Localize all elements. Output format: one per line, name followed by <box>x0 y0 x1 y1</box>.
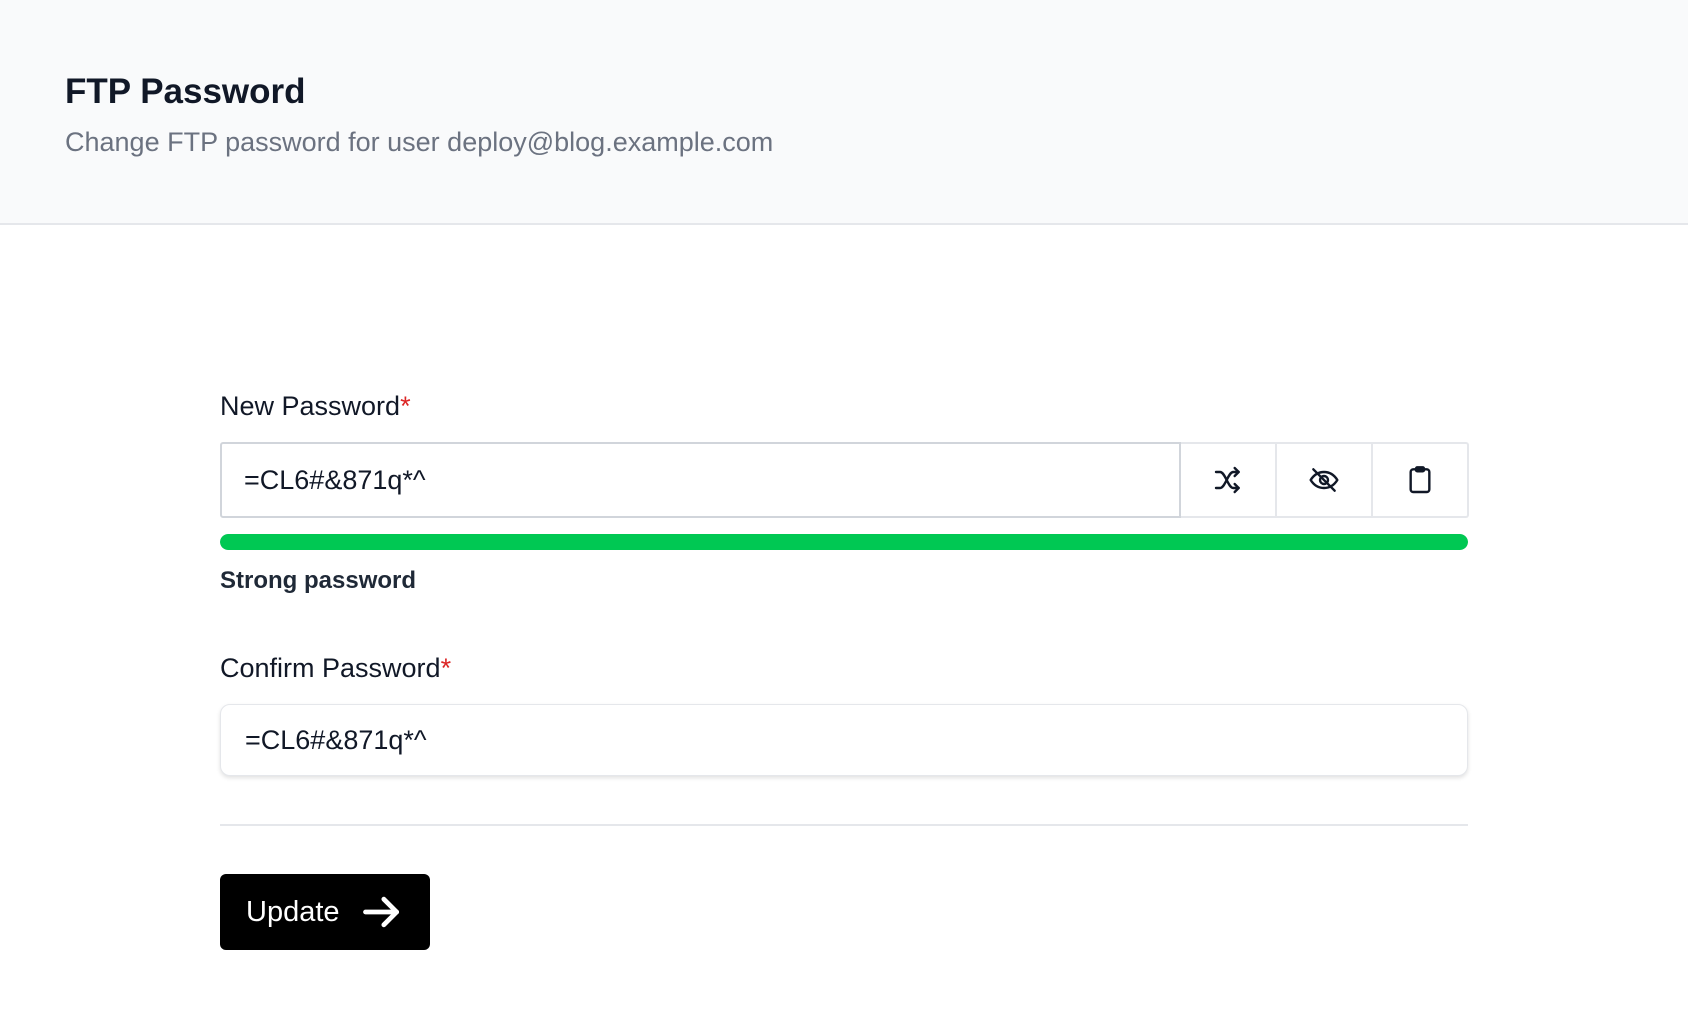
password-strength-text: Strong password <box>220 567 417 594</box>
update-button-label: Update <box>246 895 340 928</box>
arrow-right-icon <box>363 896 400 928</box>
form-divider <box>220 824 1468 826</box>
confirm-password-label: Confirm Password* <box>220 650 1468 686</box>
clipboard-icon <box>1409 466 1431 494</box>
shuffle-icon <box>1214 466 1240 494</box>
generate-password-button[interactable] <box>1181 442 1277 518</box>
page-title: FTP Password <box>65 72 306 111</box>
update-button[interactable]: Update <box>220 874 430 950</box>
confirm-password-input[interactable] <box>220 704 1468 776</box>
page-header: FTP Password Change FTP password for use… <box>0 0 1688 225</box>
copy-password-button[interactable] <box>1373 442 1469 518</box>
toggle-visibility-button[interactable] <box>1277 442 1373 518</box>
password-form: New Password* Stro <box>220 388 1469 950</box>
password-strength-bar <box>220 534 1468 550</box>
new-password-row <box>220 442 1469 518</box>
confirm-password-label-text: Confirm Password <box>220 653 441 683</box>
page-subtitle: Change FTP password for user deploy@blog… <box>65 127 774 157</box>
password-strength-fill <box>220 534 1468 550</box>
required-mark: * <box>400 391 411 421</box>
new-password-label-text: New Password <box>220 391 401 421</box>
new-password-input[interactable] <box>220 442 1181 518</box>
eye-off-icon <box>1309 468 1339 492</box>
required-mark: * <box>440 653 452 683</box>
new-password-label: New Password* <box>220 388 1468 424</box>
